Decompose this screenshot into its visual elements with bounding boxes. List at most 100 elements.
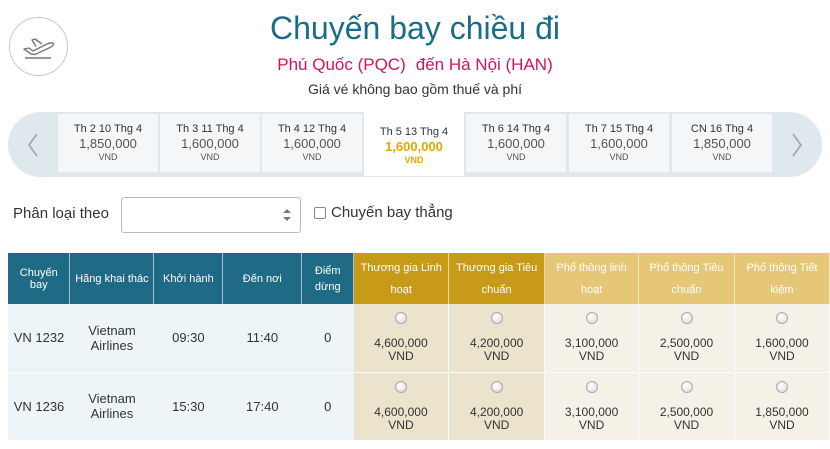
stop-count: 0: [301, 304, 354, 373]
fare-radio[interactable]: [585, 380, 598, 393]
date-carousel: Th 2 10 Thg 4 1,850,000 VND Th 3 11 Thg …: [8, 112, 822, 177]
fare-cell[interactable]: 4,600,000 VND: [353, 304, 450, 373]
nonstop-checkbox[interactable]: [314, 206, 326, 219]
date-option[interactable]: Th 7 15 Thg 4 1,600,000 VND: [569, 114, 669, 172]
fare-radio[interactable]: [394, 380, 407, 393]
fare-currency: VND: [388, 349, 414, 364]
fare-cell[interactable]: 3,100,000 VND: [544, 304, 640, 373]
header-business-standard: Thương gia Tiêu chuẩn: [448, 253, 546, 304]
header-depart: Khởi hành: [153, 253, 224, 304]
fare-amount: 1,850,000: [755, 404, 809, 419]
date-option-selected[interactable]: Th 5 13 Thg 4 1,600,000 VND: [364, 112, 464, 176]
route-origin: Phú Quốc (PQC): [277, 55, 406, 74]
fare-currency: VND: [673, 349, 700, 364]
fare-amount: 4,200,000: [469, 336, 524, 351]
arrive-time: 17:40: [222, 372, 302, 441]
fare-radio[interactable]: [680, 312, 693, 325]
chevron-right-icon: [792, 133, 802, 156]
date-label: Th 4 12 Thg 4: [277, 123, 347, 135]
spinner-arrows-icon: [283, 209, 291, 221]
flight-number: VN 1236: [8, 372, 70, 441]
date-option[interactable]: Th 6 14 Thg 4 1,600,000 VND: [466, 114, 566, 172]
airline-name: Vietnam Airlines: [69, 304, 154, 373]
fare-cell[interactable]: 4,600,000 VND: [353, 372, 450, 441]
page-title: Chuyến bay chiều đi: [270, 10, 560, 46]
stop-count: 0: [301, 372, 354, 441]
header-stops: Điểm dừng: [301, 253, 355, 304]
fare-cell[interactable]: 2,500,000 VND: [638, 304, 735, 373]
header-economy-saver: Phổ thông Tiết kiệm: [734, 253, 830, 304]
date-label: Th 7 15 Thg 4: [584, 123, 654, 135]
fare-cell[interactable]: 4,200,000 VND: [448, 372, 546, 441]
nonstop-label: Chuyến bay thẳng: [331, 204, 453, 221]
fare-radio[interactable]: [775, 312, 788, 325]
date-price: 1,600,000: [181, 136, 239, 151]
table-header-row: Chuyến bay Hãng khai thác Khởi hành Đến …: [8, 253, 830, 304]
fare-currency: VND: [769, 417, 795, 432]
date-currency: VND: [98, 152, 118, 162]
date-label: Th 5 13 Thg 4: [379, 126, 449, 138]
fare-currency: VND: [578, 417, 605, 432]
header-flight: Chuyến bay: [8, 253, 71, 304]
fare-currency: VND: [483, 417, 510, 432]
fare-cell[interactable]: 2,500,000 VND: [638, 372, 735, 441]
fare-currency: VND: [483, 349, 510, 364]
fare-amount: 4,200,000: [469, 404, 524, 419]
sort-label: Phân loại theo: [13, 205, 109, 222]
flight-number: VN 1232: [8, 304, 70, 373]
date-price: 1,600,000: [385, 139, 443, 154]
fare-cell[interactable]: 1,600,000 VND: [734, 304, 830, 373]
date-price: 1,600,000: [283, 136, 341, 151]
fare-radio[interactable]: [394, 312, 407, 325]
airline-name: Vietnam Airlines: [69, 372, 154, 441]
table-row: VN 1232 Vietnam Airlines 09:30 11:40 0 4…: [8, 304, 830, 373]
fare-amount: 4,600,000: [374, 404, 428, 419]
date-label: CN 16 Thg 4: [690, 123, 754, 135]
chevron-left-icon: [28, 133, 38, 156]
header-business-flex: Thương gia Linh hoạt: [353, 253, 450, 304]
date-option[interactable]: CN 16 Thg 4 1,850,000 VND: [672, 114, 772, 172]
fare-cell[interactable]: 3,100,000 VND: [544, 372, 640, 441]
route-destination: đến Hà Nội (HAN): [415, 55, 553, 74]
date-option[interactable]: Th 3 11 Thg 4 1,600,000 VND: [160, 114, 260, 172]
flights-table: Chuyến bay Hãng khai thác Khởi hành Đến …: [8, 253, 830, 441]
header-arrive: Đến nơi: [222, 253, 303, 304]
date-currency: VND: [506, 152, 526, 162]
next-dates-button[interactable]: [772, 112, 822, 177]
date-option[interactable]: Th 2 10 Thg 4 1,850,000 VND: [58, 114, 158, 172]
depart-time: 09:30: [153, 304, 223, 373]
fare-amount: 2,500,000: [659, 404, 714, 419]
fare-currency: VND: [673, 417, 700, 432]
fare-amount: 3,100,000: [564, 336, 619, 351]
date-price: 1,600,000: [487, 136, 545, 151]
depart-time: 15:30: [153, 372, 223, 441]
fare-currency: VND: [388, 417, 414, 432]
fare-radio[interactable]: [775, 380, 788, 393]
fare-cell[interactable]: 1,850,000 VND: [734, 372, 830, 441]
fare-currency: VND: [769, 349, 795, 364]
date-price: 1,600,000: [590, 136, 648, 151]
fare-radio[interactable]: [585, 312, 598, 325]
date-price: 1,850,000: [693, 136, 751, 151]
fare-currency: VND: [578, 349, 605, 364]
date-label: Th 2 10 Thg 4: [73, 123, 143, 135]
header-economy-flex: Phổ thông linh hoạt: [544, 253, 640, 304]
date-label: Th 3 11 Thg 4: [176, 123, 244, 135]
prev-dates-button[interactable]: [8, 112, 58, 177]
fare-amount: 2,500,000: [659, 336, 714, 351]
date-option[interactable]: Th 4 12 Thg 4 1,600,000 VND: [262, 114, 362, 172]
date-currency: VND: [200, 152, 220, 162]
date-currency: VND: [712, 152, 732, 162]
date-currency: VND: [302, 152, 322, 162]
fare-cell[interactable]: 4,200,000 VND: [448, 304, 546, 373]
nonstop-filter[interactable]: Chuyến bay thẳng: [314, 204, 453, 221]
fare-amount: 3,100,000: [564, 404, 619, 419]
fare-amount: 4,600,000: [374, 336, 428, 351]
fare-radio[interactable]: [490, 380, 503, 393]
fare-radio[interactable]: [680, 380, 693, 393]
fare-radio[interactable]: [490, 312, 503, 325]
header-airline: Hãng khai thác: [69, 253, 155, 304]
table-row: VN 1236 Vietnam Airlines 15:30 17:40 0 4…: [8, 372, 830, 441]
date-currency: VND: [404, 155, 424, 165]
sort-select[interactable]: [121, 197, 301, 233]
